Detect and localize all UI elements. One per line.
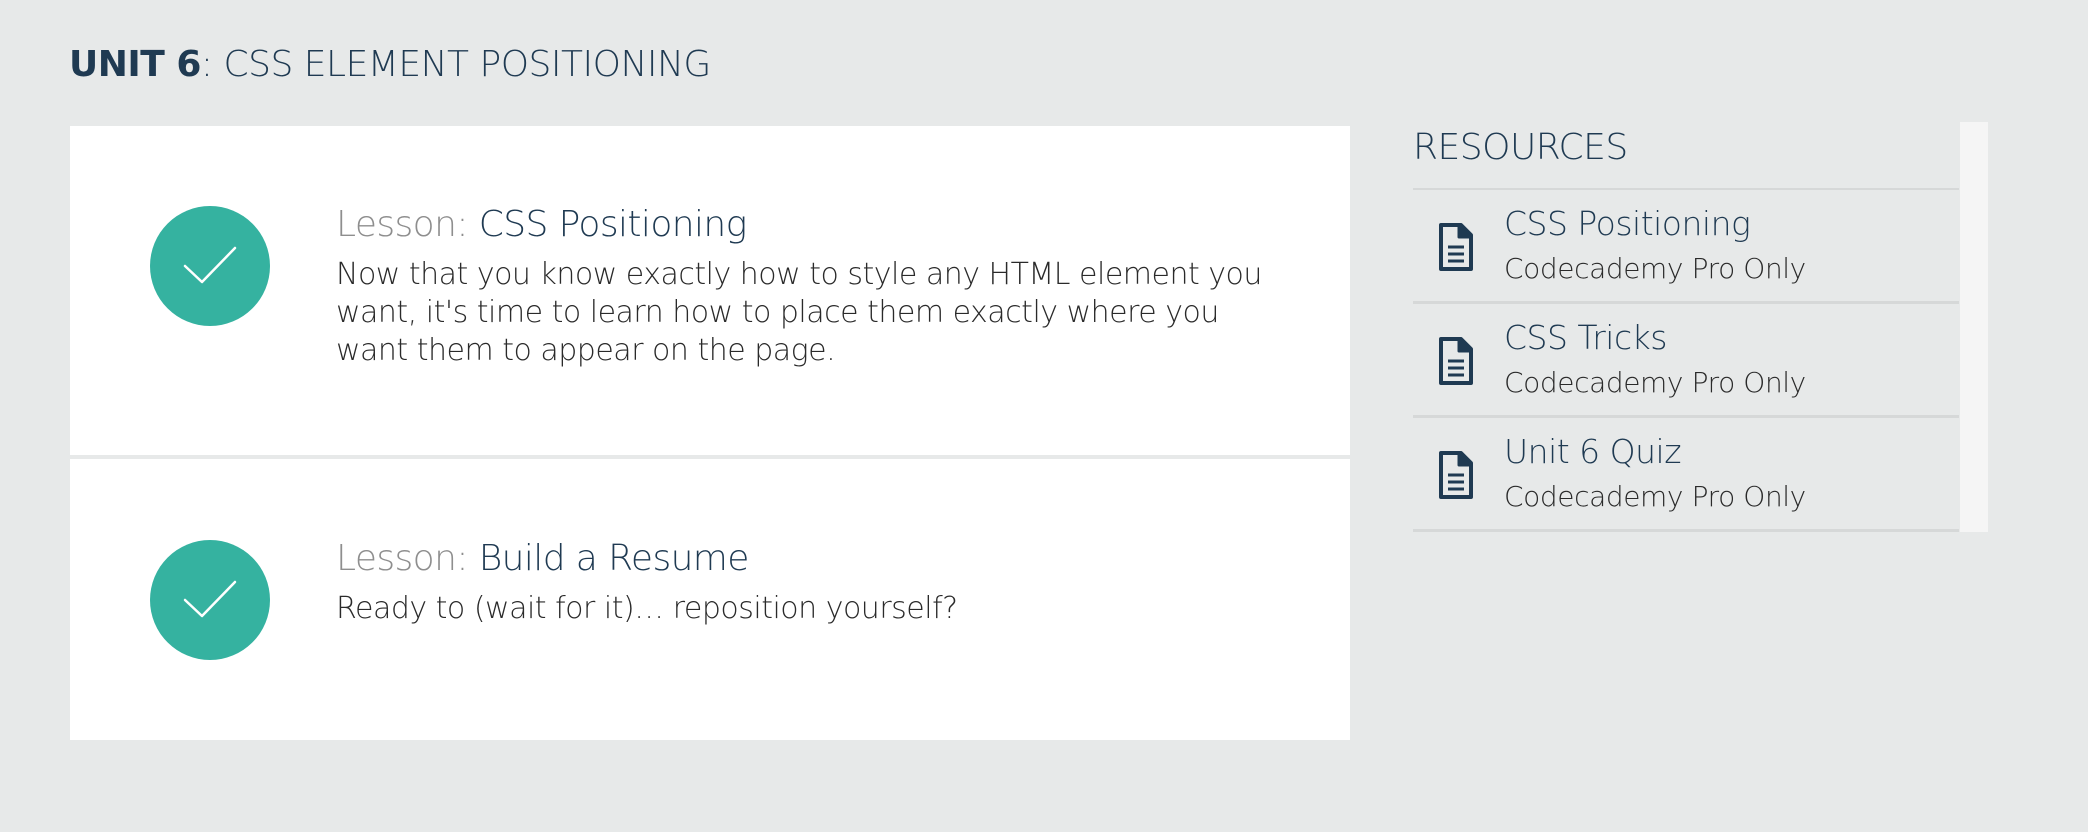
resource-subtitle: Codecademy Pro Only [1504, 366, 1806, 399]
document-icon [1439, 337, 1473, 385]
resource-item-css-tricks[interactable]: CSS Tricks Codecademy Pro Only [1413, 304, 1959, 418]
lesson-name[interactable]: CSS Positioning [479, 204, 747, 245]
lesson-description: Ready to (wait for it)… reposition yours… [336, 591, 958, 626]
resource-item-unit-6-quiz[interactable]: Unit 6 Quiz Codecademy Pro Only [1413, 418, 1959, 532]
lesson-card-build-a-resume[interactable]: Lesson: Build a Resume Ready to (wait fo… [70, 459, 1350, 740]
lesson-card-css-positioning[interactable]: Lesson: CSS Positioning Now that you kno… [70, 126, 1350, 455]
unit-number: UNIT 6 [69, 44, 201, 85]
resource-name[interactable]: CSS Positioning [1504, 204, 1751, 243]
completed-check-icon [150, 540, 270, 660]
resources-title: RESOURCES [1413, 122, 1959, 190]
lesson-name[interactable]: Build a Resume [479, 538, 750, 579]
resources-panel: RESOURCES CSS Positioning Codecademy Pro… [1413, 122, 1988, 532]
unit-title: : CSS ELEMENT POSITIONING [200, 44, 711, 85]
resource-subtitle: Codecademy Pro Only [1504, 480, 1806, 513]
lessons-panel: Lesson: CSS Positioning Now that you kno… [70, 126, 1350, 740]
lesson-prefix: Lesson: [336, 538, 479, 579]
document-icon [1439, 223, 1473, 271]
lesson-title[interactable]: Lesson: Build a Resume [336, 534, 1276, 584]
resource-name[interactable]: Unit 6 Quiz [1504, 432, 1682, 471]
lesson-description: Now that you know exactly how to style a… [336, 257, 1262, 368]
lesson-prefix: Lesson: [336, 204, 479, 245]
resource-subtitle: Codecademy Pro Only [1504, 252, 1806, 285]
lesson-text: Lesson: Build a Resume Ready to (wait fo… [336, 534, 1276, 628]
document-icon [1439, 451, 1473, 499]
resource-item-css-positioning[interactable]: CSS Positioning Codecademy Pro Only [1413, 190, 1959, 304]
lesson-title[interactable]: Lesson: CSS Positioning [336, 200, 1276, 250]
unit-header: UNIT 6: CSS ELEMENT POSITIONING [69, 44, 711, 85]
resource-name[interactable]: CSS Tricks [1504, 318, 1667, 357]
completed-check-icon [150, 206, 270, 326]
lesson-text: Lesson: CSS Positioning Now that you kno… [336, 200, 1276, 370]
